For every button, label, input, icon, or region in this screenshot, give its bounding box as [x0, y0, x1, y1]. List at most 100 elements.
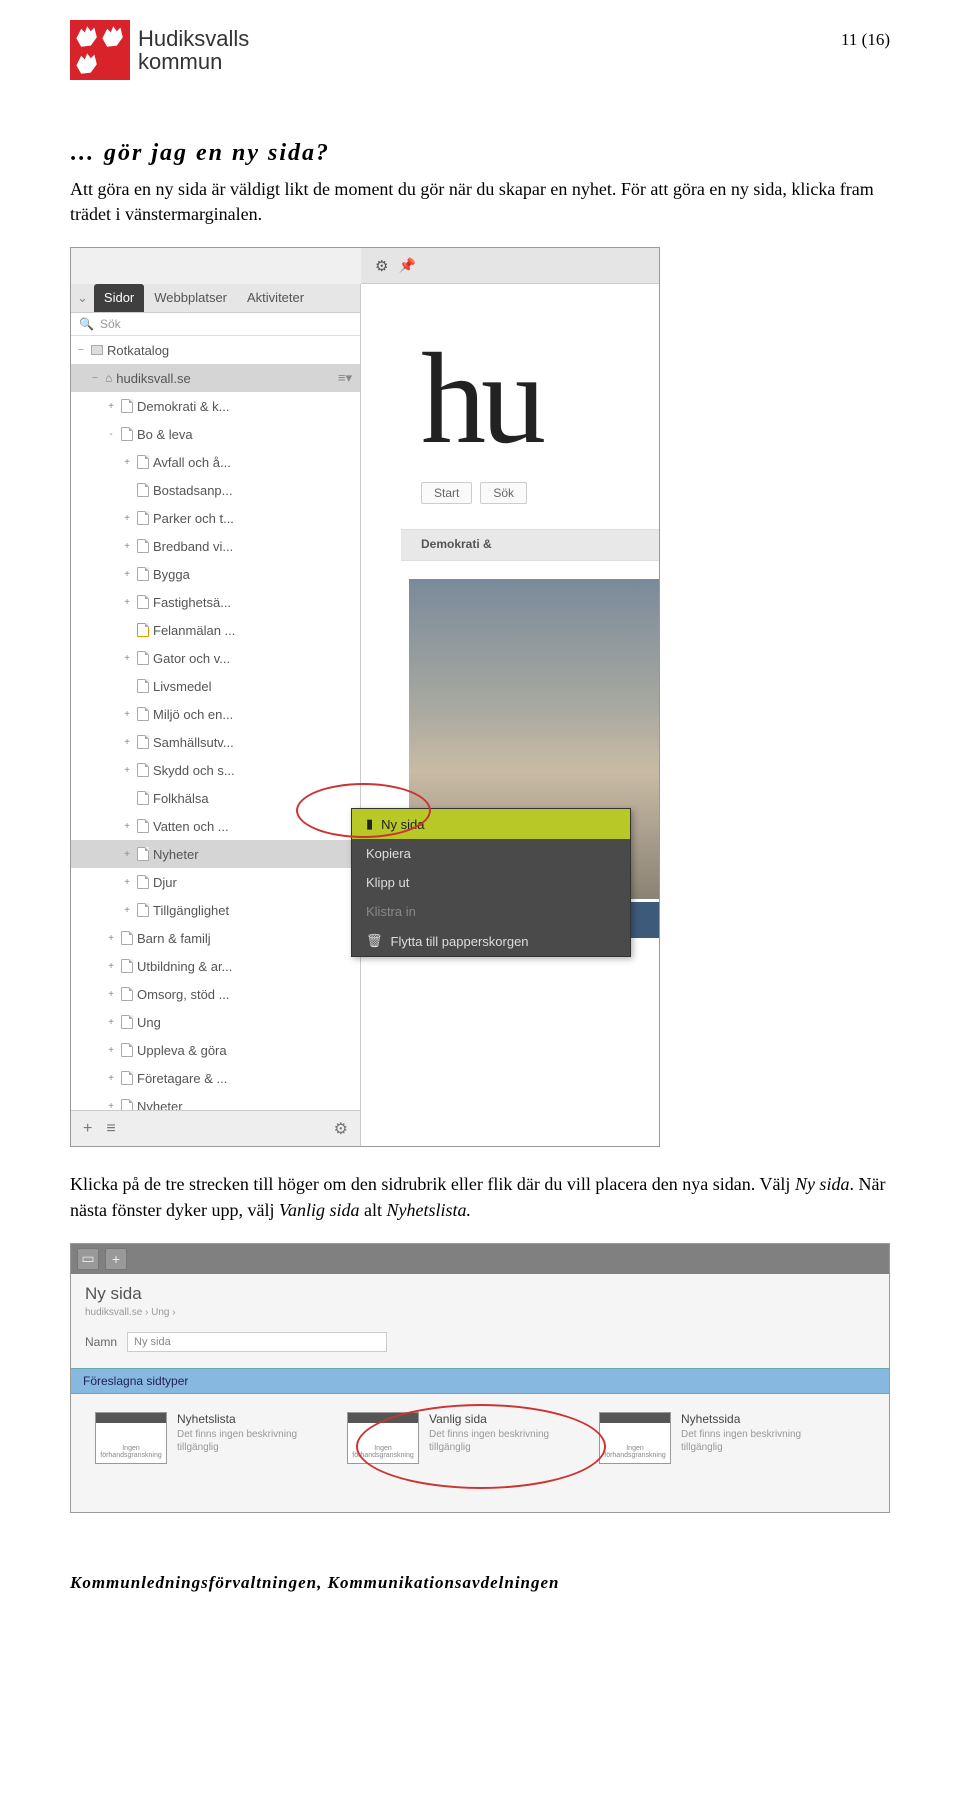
tree-item[interactable]: Bostadsanp... [71, 476, 360, 504]
context-menu-item[interactable]: Klipp ut [352, 868, 630, 897]
tree-item[interactable]: +Bredband vi... [71, 532, 360, 560]
type-thumbnail: Ingenförhandsgranskning [347, 1412, 419, 1464]
tree-item[interactable]: +Bygga [71, 560, 360, 588]
file-icon [121, 987, 133, 1001]
dialog-topbar: ▭ + [71, 1244, 889, 1274]
logo-text: Hudiksvalls kommun [138, 27, 249, 73]
root-icon [91, 345, 103, 355]
file-icon [137, 595, 149, 609]
tree-item[interactable]: +Miljö och en... [71, 700, 360, 728]
tree-item[interactable]: +Utbildning & ar... [71, 952, 360, 980]
type-desc: Det finns ingen beskrivning tillgänglig [681, 1428, 811, 1454]
type-name: Nyhetssida [681, 1412, 811, 1426]
file-icon [121, 1043, 133, 1057]
file-icon [121, 427, 133, 441]
tree-item[interactable]: +Nyheter [71, 840, 360, 868]
tree-item[interactable]: +Demokrati & k... [71, 392, 360, 420]
sidebar-footer: + ≡ ⚙ [71, 1110, 361, 1146]
context-menu-item[interactable]: Kopiera [352, 839, 630, 868]
list-icon[interactable]: ≡ [106, 1120, 115, 1138]
tree-item[interactable]: Folkhälsa [71, 784, 360, 812]
page-type-card[interactable]: IngenförhandsgranskningNyhetslistaDet fi… [95, 1412, 307, 1464]
file-icon [137, 679, 149, 693]
tree-item[interactable]: +Avfall och å... [71, 448, 360, 476]
tree-item[interactable]: +Djur [71, 868, 360, 896]
tree-item[interactable]: +Fastighetsä... [71, 588, 360, 616]
breadcrumb-bar: Demokrati & [401, 529, 659, 561]
file-icon [137, 847, 149, 861]
add-icon[interactable]: + [83, 1120, 92, 1138]
file-icon [137, 455, 149, 469]
tree-item[interactable]: +Gator och v... [71, 644, 360, 672]
type-desc: Det finns ingen beskrivning tillgänglig [429, 1428, 559, 1454]
file-icon [137, 791, 149, 805]
logo-icon [70, 20, 130, 80]
file-icon [121, 1071, 133, 1085]
tree-item[interactable]: +Barn & familj [71, 924, 360, 952]
tree-item[interactable]: +Företagare & ... [71, 1064, 360, 1092]
type-thumbnail: Ingenförhandsgranskning [599, 1412, 671, 1464]
pin-icon[interactable]: 📌 [398, 257, 415, 274]
tree-site[interactable]: −⌂ hudiksvall.se ≡▾ [71, 364, 360, 392]
file-icon [137, 903, 149, 917]
search-icon: 🔍 [79, 317, 94, 331]
suggested-types-header: Föreslagna sidtyper [71, 1368, 889, 1394]
name-input[interactable]: Ny sida [127, 1332, 387, 1352]
type-name: Nyhetslista [177, 1412, 307, 1426]
file-icon [137, 735, 149, 749]
page-type-card[interactable]: IngenförhandsgranskningVanlig sidaDet fi… [347, 1412, 559, 1464]
context-menu-item[interactable]: ▮Ny sida [352, 809, 630, 839]
hamburger-icon[interactable]: ≡▾ [338, 370, 352, 386]
screenshot-tree-panel: ⚙ 📌 ⌄ Sidor Webbplatser Aktiviteter 🔍 Sö… [70, 247, 660, 1147]
tree-item[interactable]: -Bo & leva [71, 420, 360, 448]
tree-item[interactable]: +Ung [71, 1008, 360, 1036]
file-icon [137, 483, 149, 497]
file-icon [121, 959, 133, 973]
tree-item[interactable]: +Vatten och ... [71, 812, 360, 840]
section-heading: … gör jag en ny sida? [70, 140, 890, 167]
file-icon: ▮ [366, 816, 373, 832]
page-type-card[interactable]: Ingenförhandsgranskning Nyhetssida Det fin… [599, 1412, 811, 1464]
paragraph-1: Att göra en ny sida är väldigt likt de m… [70, 177, 890, 227]
file-icon [137, 763, 149, 777]
main-preview: hu Start Sök Demokrati & [361, 284, 659, 1146]
minitab-sok[interactable]: Sök [480, 482, 527, 504]
file-icon [137, 651, 149, 665]
file-icon [137, 875, 149, 889]
site-logo-preview: hu [421, 324, 541, 474]
sidebar: ⌄ Sidor Webbplatser Aktiviteter 🔍 Sök − … [71, 284, 361, 1110]
page-tree: − Rotkatalog −⌂ hudiksvall.se ≡▾ +Demokr… [71, 336, 360, 1120]
logo: Hudiksvalls kommun [70, 20, 890, 80]
file-icon [121, 931, 133, 945]
tree-item[interactable]: +Samhällsutv... [71, 728, 360, 756]
minitab-start[interactable]: Start [421, 482, 472, 504]
tree-root[interactable]: − Rotkatalog [71, 336, 360, 364]
add-button[interactable]: + [105, 1248, 127, 1270]
breadcrumb: hudiksvall.se › Ung › [85, 1307, 875, 1318]
chevron-down-icon[interactable]: ⌄ [71, 284, 94, 312]
dialog-title: Ny sida [85, 1284, 875, 1304]
tree-item[interactable]: +Tillgänglighet [71, 896, 360, 924]
tree-item[interactable]: +Omsorg, stöd ... [71, 980, 360, 1008]
file-icon [137, 623, 149, 637]
context-menu-item[interactable]: 🗑Flytta till papperskorgen [352, 926, 630, 956]
tree-item[interactable]: Livsmedel [71, 672, 360, 700]
tree-item[interactable]: Felanmälan ... [71, 616, 360, 644]
search-input[interactable]: 🔍 Sök [71, 313, 360, 336]
tab-webbplatser[interactable]: Webbplatser [144, 284, 237, 312]
page-number: 11 (16) [841, 30, 890, 50]
home-icon: ⌂ [105, 371, 112, 385]
tree-item[interactable]: +Uppleva & göra [71, 1036, 360, 1064]
file-icon [121, 1015, 133, 1029]
file-icon [137, 707, 149, 721]
gear-icon[interactable]: ⚙ [334, 1119, 348, 1139]
type-thumbnail: Ingenförhandsgranskning [95, 1412, 167, 1464]
tab-sidor[interactable]: Sidor [94, 284, 144, 312]
gear-icon[interactable]: ⚙ [375, 257, 388, 275]
tree-item[interactable]: +Parker och t... [71, 504, 360, 532]
screenshot-new-page-dialog: ▭ + Ny sida hudiksvall.se › Ung › Namn N… [70, 1243, 890, 1513]
tree-item[interactable]: +Skydd och s... [71, 756, 360, 784]
paragraph-2: Klicka på de tre strecken till höger om … [70, 1172, 890, 1222]
template-icon[interactable]: ▭ [77, 1248, 99, 1270]
tab-aktiviteter[interactable]: Aktiviteter [237, 284, 314, 312]
